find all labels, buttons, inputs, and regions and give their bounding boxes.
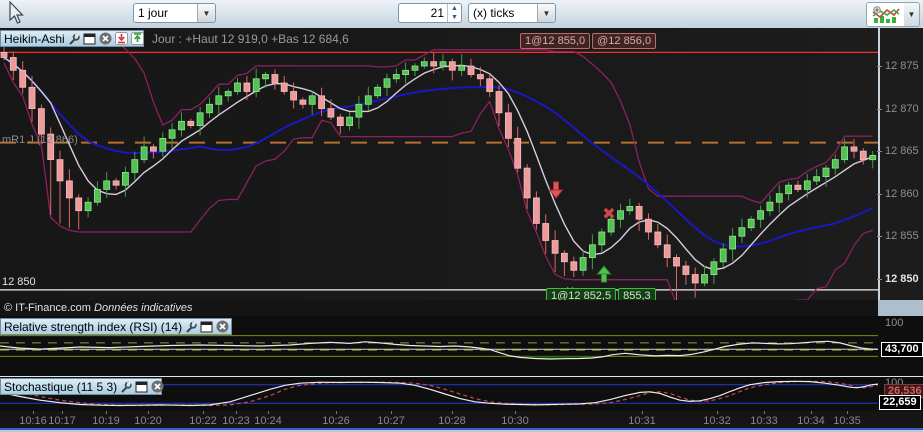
wrench-icon[interactable] [68,32,80,45]
close-icon[interactable] [151,380,164,393]
price-axis-label: 12 850 [885,273,919,285]
copyright-bar: © IT-Finance.com Données indicatives [0,300,878,317]
chart-style-button[interactable] [866,2,906,27]
stepper-down-icon[interactable]: ▼ [448,13,461,22]
chart-style-dropdown-arrow[interactable]: ▼ [904,2,920,27]
top-toolbar: 1 jour ▼ 21 ▲ ▼ (x) ticks ▼ ▼ [0,0,923,29]
tick-unit-select[interactable]: (x) ticks ▼ [468,3,556,23]
time-axis-label: 10:16 [19,415,47,427]
rsi-title: Relative strength index (RSI) (14) [4,319,183,334]
pivot-level-label: mR1 J (12 866) [2,134,78,146]
time-tick [391,411,392,414]
time-axis-label: 10:19 [92,415,120,427]
time-axis: 10:16 10:17 10:19 10:20 10:22 10:23 10:24 10:26… [0,411,923,428]
window-icon[interactable] [83,32,96,45]
time-axis-label: 10:34 [797,415,825,427]
price-axis-label: 12 865 [885,145,919,157]
chevron-down-icon[interactable]: ▼ [537,4,555,22]
sell-x-marker: ✖ [602,204,615,223]
copyright-label: © IT-Finance.com [4,302,91,314]
price-tick [877,66,882,67]
horizontal-scrollbar[interactable] [0,428,923,432]
time-tick [148,411,149,414]
time-axis-label: 10:23 [222,415,250,427]
price-tick [877,194,882,195]
time-axis-label: 10:27 [377,415,405,427]
tick-count-stepper[interactable]: 21 ▲ ▼ [398,3,462,23]
time-tick [106,411,107,414]
period-select-value: 1 jour [138,6,169,20]
time-tick [336,411,337,414]
sell-price-badge: @12 856,0 [592,33,657,49]
time-tick [268,411,269,414]
price-tick [877,109,882,110]
time-tick [847,411,848,414]
time-axis-label: 10:20 [134,415,162,427]
time-axis-label: 10:24 [254,415,282,427]
period-select[interactable]: 1 jour ▼ [133,3,216,23]
time-axis-label: 10:32 [703,415,731,427]
price-axis-label: 12 875 [885,60,919,72]
main-chart-panel: ✖✖ Heikin-Ashi Jour : +Haut 12 919,0 +Ba… [0,28,923,304]
time-tick [811,411,812,414]
stepper-up-icon[interactable]: ▲ [448,4,461,13]
close-icon[interactable] [216,320,229,333]
time-axis-label: 10:17 [48,415,76,427]
time-axis-label: 10:31 [628,415,656,427]
sell-order-icon[interactable] [114,32,128,45]
window-icon[interactable] [135,380,148,393]
price-tick [877,279,882,280]
time-tick [236,411,237,414]
time-tick [33,411,34,414]
time-tick [764,411,765,414]
close-icon[interactable] [99,32,112,45]
main-chart-svg: ✖✖ [0,40,878,300]
stochastic-title: Stochastique (11 5 3) [4,379,118,394]
copyright-text: © IT-Finance.com Données indicatives [4,302,192,314]
time-tick [515,411,516,414]
main-chart-title: Heikin-Ashi [4,31,65,46]
time-tick [203,411,204,414]
time-axis-label: 10:26 [322,415,350,427]
wrench-icon[interactable] [120,380,132,393]
axis-separator [878,28,880,300]
window-icon[interactable] [200,320,213,333]
sell-qty-badge: 1@12 855,0 [520,33,591,49]
time-axis-label: 10:33 [750,415,778,427]
rsi-panel: Relative strength index (RSI) (14) 100 4… [0,316,923,377]
time-axis-label: 10:30 [501,415,529,427]
trading-platform-window: 1 jour ▼ 21 ▲ ▼ (x) ticks ▼ ▼ ✖ Heikin-A… [0,0,923,432]
time-tick [62,411,63,414]
time-tick [452,411,453,414]
rsi-max-label: 100 [885,317,904,329]
rsi-value-box: 43,700 [881,342,923,357]
rsi-title-bar: Relative strength index (RSI) (14) [0,318,232,335]
mouse-cursor-icon [9,1,24,24]
tick-count-value: 21 [430,6,444,20]
price-tick [877,151,882,152]
stoch-k-value-box: 22,659 [879,395,921,410]
time-axis-label: 10:22 [189,415,217,427]
price-axis-label: 12 870 [885,103,919,115]
time-axis-label: 10:35 [833,415,861,427]
time-tick [717,411,718,414]
price-axis-label: 12 860 [885,188,919,200]
chart-style-icon [872,5,900,23]
chevron-down-icon[interactable]: ▼ [197,4,215,22]
wrench-icon[interactable] [185,320,197,333]
disclaimer-label: Données indicatives [94,302,193,314]
main-chart-title-bar: Heikin-Ashi [0,30,144,47]
stochastic-title-bar: Stochastique (11 5 3) [0,378,164,395]
sell-position-badge: 1@12 855,0 @12 856,0 [520,33,657,49]
price-axis-label: 12 855 [885,230,919,242]
time-axis-label: 10:28 [438,415,466,427]
price-tick [877,236,882,237]
stochastic-panel: Stochastique (11 5 3) 100 26,536 22,659 [0,377,923,411]
buy-order-icon[interactable] [130,32,144,45]
tick-unit-value: (x) ticks [473,6,515,20]
time-tick [642,411,643,414]
candles [0,43,877,300]
support-level-label: 12 850 [2,276,36,288]
daily-range-text: Jour : +Haut 12 919,0 +Bas 12 684,6 [152,32,349,46]
